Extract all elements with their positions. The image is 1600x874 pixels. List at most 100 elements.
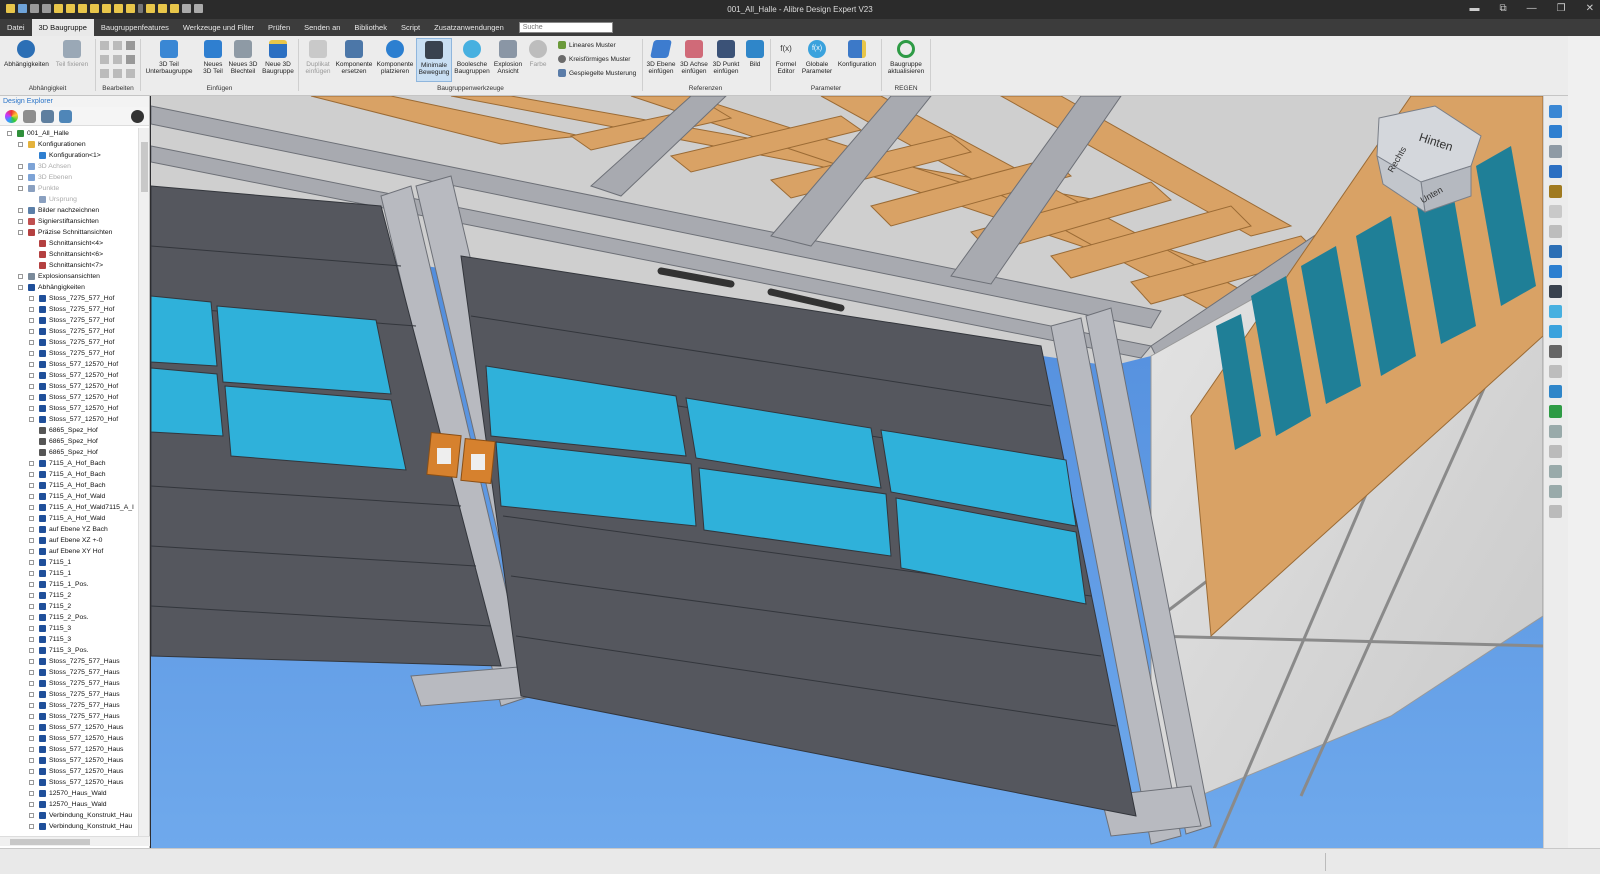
expand-toggle[interactable] [18,142,23,147]
gespiegelte-musterung-button[interactable]: Gespiegelte Musterung [558,69,636,77]
menu-bibliothek[interactable]: Bibliothek [347,19,394,36]
minimale-bewegung-button[interactable]: Minimale Bewegung [416,38,452,82]
tree-horizontal-scrollbar[interactable] [0,836,150,846]
tree-node[interactable]: Stoss_577_12570_Haus [0,755,140,766]
tree-node[interactable]: Explosionsansichten [0,271,140,282]
tree-node[interactable]: Stoss_577_12570_Hof [0,403,140,414]
tree-node[interactable]: 7115_3 [0,634,140,645]
formel-editor-button[interactable]: f(x) Formel Editor [772,40,800,75]
expand-toggle[interactable] [18,285,23,290]
expand-toggle[interactable] [29,307,34,312]
copy-icon[interactable] [126,55,135,64]
expand-toggle[interactable] [29,659,34,664]
formula-icon[interactable] [1549,345,1562,358]
minimal-motion-icon[interactable] [1549,285,1562,298]
tree-node[interactable]: 001_All_Halle [0,128,140,139]
expand-toggle[interactable] [29,362,34,367]
tree-node[interactable]: Stoss_7275_577_Haus [0,656,140,667]
expand-toggle[interactable] [29,648,34,653]
tree-node[interactable]: 7115_A_Hof_Wald7115_A_I [0,502,140,513]
expand-toggle[interactable] [29,747,34,752]
tree-node[interactable]: Stoss_577_12570_Hof [0,392,140,403]
expand-toggle[interactable] [18,219,23,224]
tree-node[interactable]: 6865_Spez_Hof [0,436,140,447]
scrollbar-thumb[interactable] [10,839,90,845]
expand-toggle[interactable] [29,725,34,730]
paint-icon[interactable] [100,69,109,78]
expand-toggle[interactable] [29,681,34,686]
move-icon[interactable] [1549,265,1562,278]
monitor-icon[interactable] [41,109,54,123]
tree-node[interactable]: Stoss_7275_577_Hof [0,337,140,348]
menu-senden-an[interactable]: Senden an [297,19,347,36]
boolean-icon[interactable] [1549,305,1562,318]
duplicate-icon[interactable] [1549,205,1562,218]
expand-toggle[interactable] [18,175,23,180]
expand-toggle[interactable] [29,494,34,499]
tree-node[interactable]: 7115_A_Hof_Bach [0,469,140,480]
expand-toggle[interactable] [29,384,34,389]
cut-icon[interactable] [100,55,109,64]
delete-icon[interactable] [113,55,122,64]
expand-toggle[interactable] [29,626,34,631]
expand-toggle[interactable] [29,296,34,301]
explode-icon[interactable] [1549,505,1562,518]
tree-node[interactable]: Stoss_577_12570_Haus [0,766,140,777]
tree-node[interactable]: Signierstiftansichten [0,216,140,227]
tree-node[interactable]: Präzise Schnittansichten [0,227,140,238]
expand-toggle[interactable] [29,340,34,345]
tree-node[interactable]: Schnittansicht<6> [0,249,140,260]
axis-icon[interactable] [1549,445,1562,458]
globale-parameter-button[interactable]: f(x) Globale Parameter [801,40,833,75]
tree-node[interactable]: Stoss_7275_577_Hof [0,315,140,326]
expand-toggle[interactable] [29,703,34,708]
tree-node[interactable]: 7115_3_Pos. [0,645,140,656]
tree-node[interactable]: 7115_A_Hof_Wald [0,513,140,524]
redo-icon[interactable] [113,41,122,50]
tree-node[interactable]: Stoss_7275_577_Hof [0,348,140,359]
tree-node[interactable]: 7115_A_Hof_Bach [0,480,140,491]
minimize-button[interactable]: — [1527,3,1537,14]
tree-node[interactable]: 6865_Spez_Hof [0,447,140,458]
tree-node[interactable]: Bilder nachzeichnen [0,205,140,216]
tree-node[interactable]: Konfigurationen [0,139,140,150]
search-input[interactable] [518,22,613,33]
expand-toggle[interactable] [29,373,34,378]
tree-node[interactable]: Stoss_577_12570_Hof [0,370,140,381]
restore-panels-button[interactable]: ⧉ [1500,3,1507,14]
expand-toggle[interactable] [29,516,34,521]
tree-node[interactable]: Schnittansicht<7> [0,260,140,271]
replace-icon[interactable] [1549,485,1562,498]
baugruppe-aktualisieren-button[interactable]: Baugruppe aktualisieren [884,40,928,75]
tree-node[interactable]: 7115_2_Pos. [0,612,140,623]
maximize-button[interactable]: ❐ [1557,3,1566,14]
tree-node[interactable]: 7115_1_Pos. [0,579,140,590]
farbe-button[interactable]: Farbe [526,40,550,68]
expand-toggle[interactable] [29,824,34,829]
expand-toggle[interactable] [29,736,34,741]
tree-node[interactable]: 7115_1 [0,557,140,568]
tree-node[interactable]: Stoss_7275_577_Haus [0,678,140,689]
lineares-muster-button[interactable]: Lineares Muster [558,41,616,49]
expand-toggle[interactable] [29,769,34,774]
tree-node[interactable]: 7115_2 [0,590,140,601]
expand-toggle[interactable] [29,692,34,697]
tree-node[interactable]: Punkte [0,183,140,194]
explosion-ansicht-button[interactable]: Explosion Ansicht [492,40,524,75]
expand-toggle[interactable] [29,571,34,576]
expand-toggle[interactable] [7,131,12,136]
expand-toggle[interactable] [29,791,34,796]
tree-node[interactable]: Schnittansicht<4> [0,238,140,249]
expand-toggle[interactable] [18,164,23,169]
menu-pruefen[interactable]: Prüfen [261,19,297,36]
replace-icon[interactable] [1549,425,1562,438]
tree-node[interactable]: auf Ebene XZ +-0 [0,535,140,546]
kreisfoermiges-muster-button[interactable]: Kreisförmiges Muster [558,55,630,63]
teil-fixieren-button[interactable]: Teil fixieren [52,40,92,68]
expand-toggle[interactable] [29,505,34,510]
tree-node[interactable]: 7115_A_Hof_Wald [0,491,140,502]
bild-button[interactable]: Bild [744,40,766,68]
color-wheel-icon[interactable] [5,109,18,123]
tree-node[interactable]: Stoss_7275_577_Hof [0,304,140,315]
abhaengigkeiten-button[interactable]: Abhängigkeiten [4,40,49,68]
